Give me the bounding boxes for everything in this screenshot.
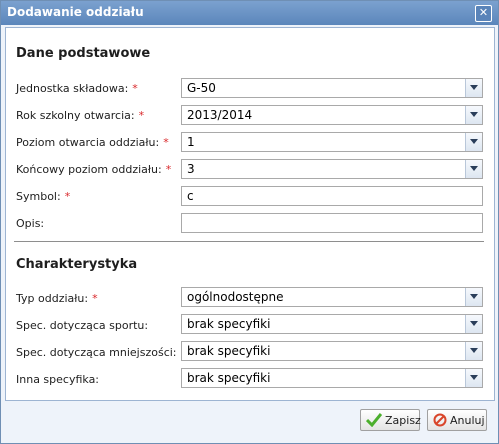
dialog-footer: Zapisz Anuluj — [1, 401, 498, 443]
year-select[interactable]: 2013/2014 — [181, 105, 483, 125]
chevron-down-icon[interactable] — [465, 79, 482, 97]
symbol-label: Symbol: * — [16, 190, 71, 203]
dialog-titlebar[interactable]: Dodawanie oddziału ✕ — [1, 1, 498, 25]
cancel-icon — [433, 413, 447, 427]
open-level-select[interactable]: 1 — [181, 132, 483, 152]
open-level-value: 1 — [187, 135, 195, 149]
chevron-down-icon[interactable] — [465, 106, 482, 124]
unit-select[interactable]: G-50 — [181, 78, 483, 98]
chevron-down-icon[interactable] — [465, 160, 482, 178]
dialog-title: Dodawanie oddziału — [7, 5, 144, 19]
unit-label: Jednostka składowa: * — [16, 82, 138, 95]
symbol-value: c — [187, 189, 194, 203]
type-label: Typ oddziału: * — [16, 292, 98, 305]
section-title-characteristics: Charakterystyka — [16, 257, 138, 272]
chevron-down-icon[interactable] — [465, 133, 482, 151]
dialog-window: Dodawanie oddziału ✕ Dane podstawowe Jed… — [0, 0, 499, 444]
year-value: 2013/2014 — [187, 108, 253, 122]
end-level-label: Końcowy poziom oddziału: * — [16, 163, 172, 176]
end-level-value: 3 — [187, 162, 195, 176]
close-icon[interactable]: ✕ — [475, 5, 492, 22]
check-icon — [366, 413, 382, 427]
save-button[interactable]: Zapisz — [360, 409, 421, 431]
minority-label: Spec. dotycząca mniejszości: — [16, 346, 177, 359]
other-label: Inna specyfika: — [16, 373, 100, 386]
chevron-down-icon[interactable] — [465, 342, 482, 360]
chevron-down-icon[interactable] — [465, 369, 482, 387]
save-button-label: Zapisz — [385, 414, 421, 427]
other-value: brak specyfiki — [187, 371, 271, 385]
cancel-button-label: Anuluj — [450, 414, 485, 427]
section-divider — [14, 241, 484, 242]
sport-label: Spec. dotycząca sportu: — [16, 319, 149, 332]
required-marker: * — [92, 292, 98, 305]
section-title-basic: Dane podstawowe — [16, 46, 151, 61]
description-input[interactable] — [181, 213, 483, 233]
unit-value: G-50 — [187, 81, 216, 95]
minority-select[interactable]: brak specyfiki — [181, 341, 483, 361]
required-marker: * — [165, 163, 172, 176]
description-label: Opis: — [16, 217, 45, 230]
end-level-select[interactable]: 3 — [181, 159, 483, 179]
required-marker: * — [132, 82, 138, 95]
other-select[interactable]: brak specyfiki — [181, 368, 483, 388]
chevron-down-icon[interactable] — [465, 315, 482, 333]
required-marker: * — [163, 136, 169, 149]
chevron-down-icon[interactable] — [465, 288, 482, 306]
required-marker: * — [138, 109, 145, 122]
year-label: Rok szkolny otwarcia: * — [16, 109, 145, 122]
open-level-label: Poziom otwarcia oddziału: * — [16, 136, 169, 149]
required-marker: * — [64, 190, 71, 203]
type-value: ogólnodostępne — [187, 290, 284, 304]
dialog-body: Dane podstawowe Jednostka składowa: * G-5… — [5, 27, 495, 401]
sport-value: brak specyfiki — [187, 317, 271, 331]
type-select[interactable]: ogólnodostępne — [181, 287, 483, 307]
minority-value: brak specyfiki — [187, 344, 271, 358]
cancel-button[interactable]: Anuluj — [427, 409, 487, 431]
symbol-input[interactable]: c — [181, 186, 483, 206]
sport-select[interactable]: brak specyfiki — [181, 314, 483, 334]
